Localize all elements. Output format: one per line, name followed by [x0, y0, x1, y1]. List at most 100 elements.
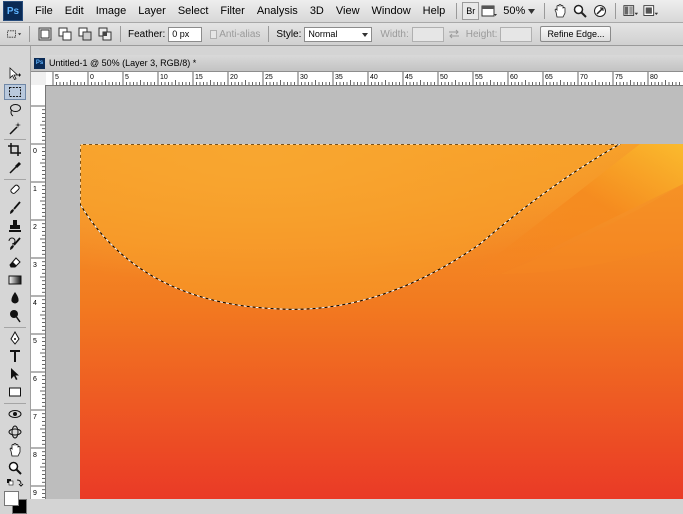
history-brush-icon — [8, 237, 21, 250]
bridge-button[interactable]: Br — [462, 2, 480, 20]
menu-edit[interactable]: Edit — [59, 0, 90, 22]
vertical-ruler-ticks: 0 1 2 3 4 5 6 7 8 9 — [31, 105, 45, 498]
menu-image[interactable]: Image — [90, 0, 133, 22]
menu-view[interactable]: View — [330, 0, 366, 22]
crop-tool[interactable] — [4, 142, 26, 158]
style-label: Style: — [276, 28, 302, 40]
quick-selection-tool[interactable] — [4, 120, 26, 136]
3d-orbit-tool[interactable] — [4, 424, 26, 440]
screen-mode-icon[interactable] — [481, 3, 498, 19]
tools-separator — [4, 403, 26, 404]
type-tool[interactable] — [4, 348, 26, 364]
rectangle-icon — [9, 387, 21, 397]
path-select-icon — [11, 368, 19, 380]
vertical-ruler[interactable]: 0 1 2 3 4 5 6 7 8 9 — [31, 85, 46, 499]
move-icon — [9, 67, 21, 81]
menu-bar: Ps File Edit Image Layer Select Filter A… — [0, 0, 683, 23]
ruler-label: 65 — [545, 74, 553, 81]
menu-analysis[interactable]: Analysis — [251, 0, 304, 22]
color-swatches[interactable] — [2, 490, 28, 514]
tools-separator — [4, 327, 26, 328]
horizontal-ruler[interactable]: 5 0 5 10 15 20 25 30 35 40 45 50 55 60 65 70 75 80 — [46, 72, 683, 86]
rectangular-marquee-tool[interactable] — [4, 84, 26, 100]
refine-edge-button[interactable]: Refine Edge... — [540, 26, 612, 42]
3d-rotate-icon — [8, 410, 22, 418]
ruler-label: 4 — [33, 300, 37, 307]
tools-separator — [4, 139, 26, 140]
marquee-icon — [9, 87, 21, 97]
ruler-label: 70 — [580, 74, 588, 81]
history-brush-tool[interactable] — [4, 236, 26, 252]
spot-healing-tool[interactable] — [4, 182, 26, 198]
pen-tool[interactable] — [4, 330, 26, 346]
ruler-label: 20 — [230, 74, 238, 81]
hand-tool[interactable] — [4, 442, 26, 458]
arrange-documents-icon[interactable] — [623, 3, 639, 19]
path-selection-tool[interactable] — [4, 366, 26, 382]
height-input[interactable] — [500, 26, 533, 42]
zoom-icon[interactable] — [572, 3, 588, 19]
document-ps-icon: Ps — [34, 57, 45, 69]
ruler-label: 0 — [90, 74, 94, 81]
clone-stamp-tool[interactable] — [4, 218, 26, 234]
ruler-label: 25 — [265, 74, 273, 81]
zoom-dropdown[interactable]: 50% — [499, 5, 539, 17]
height-label: Height: — [465, 28, 498, 40]
ruler-label: 45 — [405, 74, 413, 81]
rotate-icon[interactable] — [592, 3, 608, 19]
ruler-label: 0 — [33, 148, 37, 155]
screen-mode-toggle-icon[interactable] — [643, 3, 659, 19]
lasso-tool[interactable] — [4, 102, 26, 118]
menu-help[interactable]: Help — [417, 0, 452, 22]
document-tab[interactable]: Ps Untitled-1 @ 50% (Layer 3, RGB/8) * — [31, 55, 683, 72]
tools-separator — [4, 179, 26, 180]
hand-icon[interactable] — [552, 3, 568, 19]
blur-tool[interactable] — [4, 290, 26, 306]
eyedropper-tool[interactable] — [4, 160, 26, 176]
menu-file[interactable]: File — [29, 0, 59, 22]
ruler-origin[interactable] — [31, 72, 47, 86]
menu-window[interactable]: Window — [366, 0, 417, 22]
default-colors-swap[interactable] — [4, 478, 26, 488]
pasteboard — [46, 86, 683, 499]
feather-input[interactable]: 0 px — [168, 26, 203, 42]
ruler-label: 75 — [615, 74, 623, 81]
new-selection-icon[interactable] — [37, 26, 53, 42]
ruler-label: 6 — [33, 376, 37, 383]
options-separator — [268, 26, 270, 42]
ruler-label: 50 — [440, 74, 448, 81]
subtract-from-selection-icon[interactable] — [77, 26, 93, 42]
gradient-tool[interactable] — [4, 272, 26, 288]
menu-layer[interactable]: Layer — [132, 0, 172, 22]
add-to-selection-icon[interactable] — [57, 26, 73, 42]
3d-rotate-tool[interactable] — [4, 406, 26, 422]
menu-separator — [615, 3, 617, 19]
options-bar: Feather: 0 px Anti-alias Style: Normal W… — [0, 23, 683, 46]
rectangle-shape-tool[interactable] — [4, 384, 26, 400]
antialias-checkbox[interactable] — [210, 29, 218, 39]
ruler-label: 35 — [335, 74, 343, 81]
move-tool[interactable] — [4, 66, 26, 82]
canvas[interactable] — [80, 144, 683, 499]
brush-tool[interactable] — [4, 200, 26, 216]
style-select[interactable]: Normal — [304, 26, 373, 42]
rectangular-marquee-preset-icon[interactable] — [6, 26, 22, 42]
menu-select[interactable]: Select — [172, 0, 215, 22]
feather-label: Feather: — [128, 28, 166, 40]
ruler-label: 40 — [370, 74, 378, 81]
eraser-tool[interactable] — [4, 254, 26, 270]
width-input[interactable] — [411, 26, 444, 42]
ruler-label: 30 — [300, 74, 308, 81]
swap-dimensions-icon[interactable] — [446, 26, 462, 42]
ruler-label: 5 — [55, 74, 59, 81]
photoshop-logo[interactable]: Ps — [3, 1, 23, 21]
zoom-value: 50% — [503, 5, 526, 17]
intersect-selection-icon[interactable] — [97, 26, 113, 42]
brush-icon — [10, 201, 21, 214]
ruler-label: 2 — [33, 224, 37, 231]
menu-3d[interactable]: 3D — [304, 0, 330, 22]
ruler-label: 80 — [650, 74, 658, 81]
menu-filter[interactable]: Filter — [214, 0, 250, 22]
dodge-tool[interactable] — [4, 308, 26, 324]
zoom-tool[interactable] — [4, 460, 26, 476]
